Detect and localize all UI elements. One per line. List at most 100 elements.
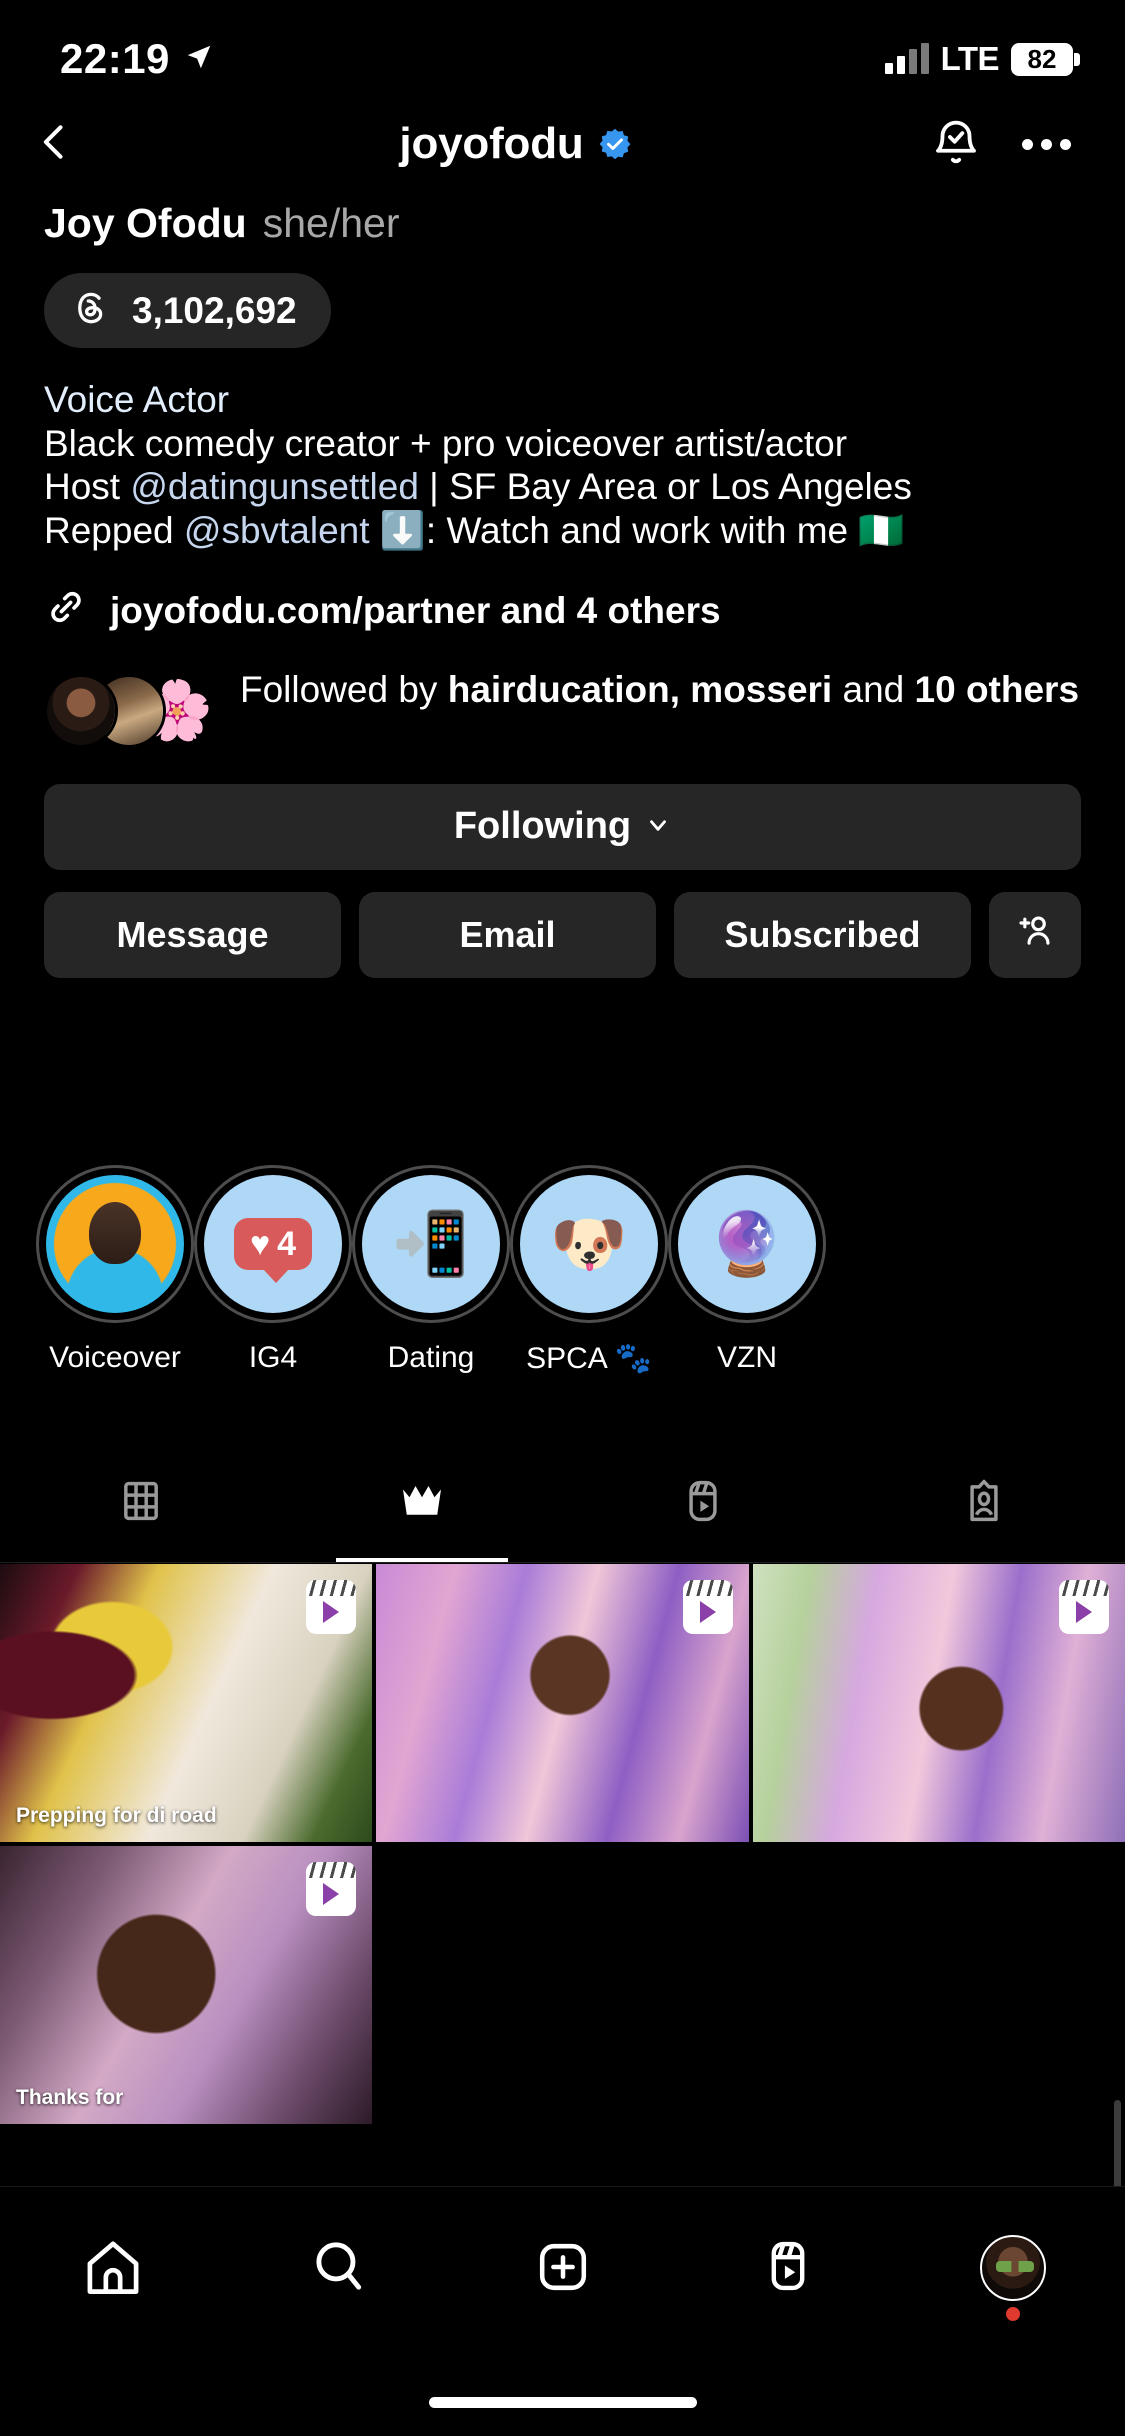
- highlight-ig4[interactable]: ♥ 4 IG4: [194, 1165, 352, 1405]
- nav-search[interactable]: [225, 2235, 450, 2302]
- tab-reels[interactable]: [563, 1445, 844, 1562]
- verified-badge-icon: [598, 127, 632, 161]
- post-caption: Prepping for di road: [16, 1804, 217, 1828]
- pronouns: she/her: [263, 200, 400, 247]
- highlight-spca[interactable]: 🐶 SPCA 🐾: [510, 1165, 668, 1405]
- story-highlights: Voiceover ♥ 4 IG4 📲 Dating 🐶: [0, 1165, 1125, 1405]
- back-button[interactable]: [0, 120, 110, 169]
- nav-reels[interactable]: [675, 2235, 900, 2302]
- highlight-ring: [36, 1165, 194, 1323]
- highlight-label: IG4: [249, 1341, 297, 1375]
- tab-tagged[interactable]: [844, 1445, 1125, 1562]
- plus-square-icon: [531, 2235, 595, 2304]
- link-chain-icon: [44, 585, 88, 638]
- reel-indicator-icon: [1059, 1580, 1109, 1634]
- grid-post-2[interactable]: [376, 1564, 748, 1842]
- nav-create[interactable]: [450, 2235, 675, 2304]
- highlight-vzn[interactable]: 🔮 VZN: [668, 1165, 826, 1405]
- highlight-label: Dating: [388, 1341, 475, 1375]
- status-bar: 22:19 LTE 82: [0, 0, 1125, 96]
- reels-icon: [757, 2235, 819, 2302]
- highlight-label: VZN: [717, 1341, 777, 1375]
- follower-avatar-1: [44, 674, 118, 748]
- highlight-voiceover[interactable]: Voiceover: [36, 1165, 194, 1405]
- highlight-ring: 🐶: [510, 1165, 668, 1323]
- bio-line-3-suffix: ⬇️: Watch and work with me 🇳🇬: [370, 510, 905, 551]
- battery-indicator: 82: [1011, 43, 1073, 76]
- more-options-icon[interactable]: [1011, 109, 1081, 179]
- grid-post-3[interactable]: [753, 1564, 1125, 1842]
- full-name: Joy Ofodu: [44, 200, 247, 247]
- crown-icon: [392, 1471, 452, 1536]
- message-button[interactable]: Message: [44, 892, 341, 978]
- grid-empty-slot: [753, 1846, 1125, 2124]
- followed-by-text: Followed by hairducation, mosseri and 10…: [240, 668, 1079, 712]
- threads-follower-count: 3,102,692: [132, 290, 297, 332]
- following-button[interactable]: Following: [44, 784, 1081, 870]
- tab-subscriber[interactable]: [281, 1445, 562, 1562]
- grid-post-4[interactable]: Thanks for: [0, 1846, 372, 2124]
- followed-by-row[interactable]: 🌸 Followed by hairducation, mosseri and …: [44, 668, 1081, 748]
- location-arrow-icon: [184, 42, 214, 77]
- status-time: 22:19: [60, 35, 170, 83]
- reel-indicator-icon: [306, 1580, 356, 1634]
- highlight-label: SPCA 🐾: [526, 1341, 652, 1376]
- bio-line-2-suffix: | SF Bay Area or Los Angeles: [419, 466, 912, 507]
- notification-dot: [1006, 2307, 1020, 2321]
- nav-home[interactable]: [0, 2235, 225, 2306]
- home-indicator: [429, 2397, 697, 2408]
- profile-content-tabs: [0, 1445, 1125, 1563]
- bio-mention-datingunsettled[interactable]: @datingunsettled: [130, 466, 419, 507]
- network-type-label: LTE: [941, 40, 999, 78]
- like-notification-badge: ♥ 4: [204, 1175, 342, 1313]
- followed-by-prefix: Followed by: [240, 669, 448, 710]
- followed-by-middle: and: [832, 669, 914, 710]
- bio-category: Voice Actor: [44, 378, 1081, 422]
- threads-badge[interactable]: 3,102,692: [44, 273, 331, 348]
- battery-level: 82: [1028, 44, 1057, 75]
- name-row: Joy Ofodu she/her: [44, 200, 1081, 247]
- secondary-action-row: Message Email Subscribed: [44, 892, 1081, 978]
- bottom-navigation-bar: [0, 2186, 1125, 2436]
- back-chevron-icon: [33, 120, 77, 169]
- primary-action-row: Following: [44, 784, 1081, 870]
- chevron-down-icon: [645, 805, 671, 848]
- bio-line-3: Repped @sbvtalent ⬇️: Watch and work wit…: [44, 509, 1081, 553]
- following-label: Following: [454, 805, 631, 848]
- followed-by-names: hairducation, mosseri: [448, 669, 833, 710]
- add-person-button[interactable]: [989, 892, 1081, 978]
- header-actions: [921, 109, 1125, 179]
- bio-link-row[interactable]: joyofodu.com/partner and 4 others: [44, 585, 1081, 638]
- grid-post-1[interactable]: Prepping for di road: [0, 1564, 372, 1842]
- bio-text: Voice Actor Black comedy creator + pro v…: [44, 378, 1081, 553]
- portrait-thumbnail: [46, 1175, 184, 1313]
- bio-mention-sbvtalent[interactable]: @sbvtalent: [184, 510, 370, 551]
- notification-bell-check-icon[interactable]: [921, 109, 991, 179]
- username-label: joyofodu: [399, 119, 583, 169]
- hearts-phone-emoji: 📲: [362, 1175, 500, 1313]
- signal-strength-icon: [885, 44, 929, 74]
- threads-logo-icon: [70, 287, 112, 334]
- reel-indicator-icon: [683, 1580, 733, 1634]
- follower-avatars: 🌸: [44, 674, 214, 748]
- like-count: 4: [277, 1227, 296, 1261]
- instagram-profile-screen: 22:19 LTE 82 joyofodu: [0, 0, 1125, 2436]
- subscribed-button[interactable]: Subscribed: [674, 892, 971, 978]
- search-icon: [307, 2235, 369, 2302]
- profile-username-title[interactable]: joyofodu: [110, 119, 921, 169]
- bio-line-2: Host @datingunsettled | SF Bay Area or L…: [44, 465, 1081, 509]
- tab-grid[interactable]: [0, 1445, 281, 1562]
- highlight-label: Voiceover: [49, 1341, 181, 1375]
- status-bar-right: LTE 82: [885, 40, 1073, 78]
- email-button[interactable]: Email: [359, 892, 656, 978]
- status-bar-left: 22:19: [60, 35, 214, 83]
- highlight-ring: 📲: [352, 1165, 510, 1323]
- bio-line-3-prefix: Repped: [44, 510, 184, 551]
- dog-face-emoji: 🐶: [520, 1175, 658, 1313]
- profile-header-bar: joyofodu: [0, 96, 1125, 192]
- nav-profile[interactable]: [900, 2235, 1125, 2301]
- highlight-dating[interactable]: 📲 Dating: [352, 1165, 510, 1405]
- reel-indicator-icon: [306, 1862, 356, 1916]
- bio-line-1: Black comedy creator + pro voiceover art…: [44, 422, 1081, 466]
- crystal-ball-emoji: 🔮: [678, 1175, 816, 1313]
